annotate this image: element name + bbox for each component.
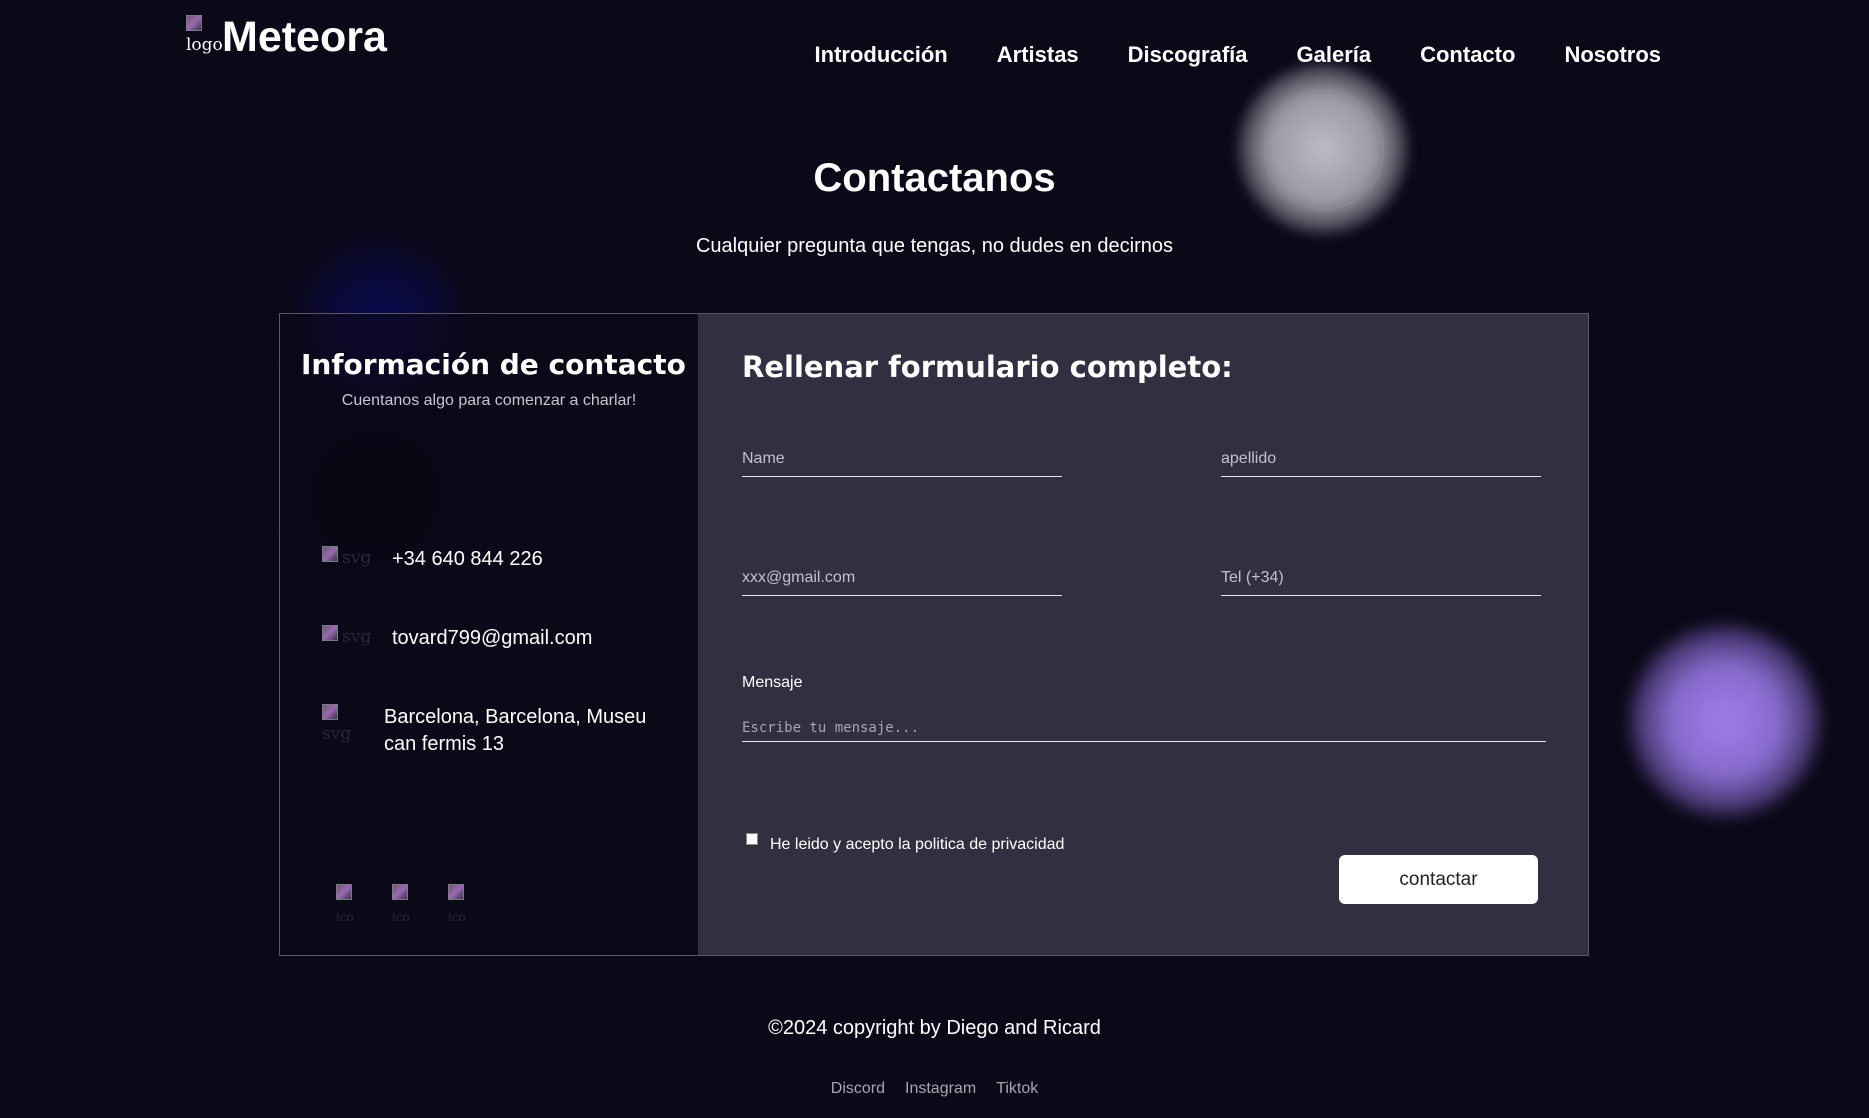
contact-phone: svg +34 640 844 226 (322, 546, 543, 582)
footer-links: Discord Instagram Tiktok (0, 1080, 1869, 1098)
broken-image-icon (186, 15, 202, 31)
contactar-button[interactable]: contactar (1339, 855, 1538, 904)
contact-info-panel: Información de contacto Cuentanos algo p… (280, 314, 699, 955)
brand-name: Meteora (222, 13, 387, 61)
icon-alt-text: ico (336, 910, 354, 924)
contact-card: Información de contacto Cuentanos algo p… (279, 313, 1820, 956)
email-icon: svg (322, 625, 372, 661)
broken-image-icon (322, 625, 338, 641)
nav-discografia[interactable]: Discografía (1128, 42, 1248, 68)
nav-nosotros[interactable]: Nosotros (1564, 42, 1661, 68)
purple-glow-decoration (1630, 626, 1820, 816)
page-title: Contactanos (813, 156, 1056, 200)
footer-link-tiktok[interactable]: Tiktok (996, 1080, 1038, 1098)
broken-image-icon (392, 884, 408, 900)
main-nav: Introducción Artistas Discografía Galerí… (815, 42, 1661, 68)
info-subtitle: Cuentanos algo para comenzar a charlar! (341, 392, 637, 409)
broken-image-icon (322, 704, 338, 720)
privacy-row: He leido y acepto la politica de privaci… (746, 833, 1064, 854)
site-header: logo Meteora Introducción Artistas Disco… (0, 0, 1869, 110)
footer-link-instagram[interactable]: Instagram (905, 1080, 976, 1098)
social-icon-1[interactable]: ico (336, 884, 356, 924)
copyright-text: ©2024 copyright by Diego and Ricard (768, 1017, 1101, 1039)
contact-form-panel: Rellenar formulario completo: Name apell… (698, 314, 1820, 955)
lastname-input[interactable]: apellido (1221, 450, 1541, 477)
logo-link[interactable]: logo Meteora (186, 15, 387, 59)
page-subtitle: Cualquier pregunta que tengas, no dudes … (695, 235, 1173, 257)
footer-link-discord[interactable]: Discord (831, 1080, 885, 1098)
icon-alt-text: svg (322, 724, 352, 744)
nav-artistas[interactable]: Artistas (997, 42, 1079, 68)
email-text: tovard799@gmail.com (392, 627, 593, 649)
broken-image-icon (448, 884, 464, 900)
info-title: Información de contacto (301, 348, 686, 381)
social-icon-3[interactable]: ico (448, 884, 468, 924)
phone-text: +34 640 844 226 (392, 548, 543, 570)
address-text: Barcelona, Barcelona, Museu can fermis 1… (384, 706, 647, 755)
message-label: Mensaje (742, 674, 803, 691)
icon-alt-text: svg (342, 627, 372, 647)
social-icons: ico ico ico (336, 884, 468, 924)
email-input[interactable]: xxx@gmail.com (742, 569, 1062, 596)
phone-icon: svg (322, 546, 372, 582)
name-input[interactable]: Name (742, 450, 1062, 477)
contact-address: svg Barcelona, Barcelona, Museu can ferm… (322, 704, 684, 758)
contact-email: svg tovard799@gmail.com (322, 625, 592, 661)
social-icon-2[interactable]: ico (392, 884, 412, 924)
icon-alt-text: ico (448, 910, 466, 924)
icon-alt-text: ico (392, 910, 410, 924)
nav-introduccion[interactable]: Introducción (815, 42, 948, 68)
phone-input[interactable]: Tel (+34) (1221, 569, 1541, 596)
icon-alt-text: svg (342, 548, 372, 568)
message-textarea[interactable]: Escribe tu mensaje... (742, 720, 1546, 742)
nav-contacto[interactable]: Contacto (1420, 42, 1515, 68)
nav-galeria[interactable]: Galería (1297, 42, 1372, 68)
broken-image-icon (322, 546, 338, 562)
privacy-checkbox[interactable] (746, 833, 758, 845)
broken-image-icon (336, 884, 352, 900)
form-title: Rellenar formulario completo: (742, 350, 1233, 384)
privacy-label: He leido y acepto la politica de privaci… (770, 836, 1065, 853)
logo-image: logo (186, 15, 223, 55)
location-icon: svg (322, 704, 372, 744)
logo-alt-text: logo (186, 35, 223, 55)
